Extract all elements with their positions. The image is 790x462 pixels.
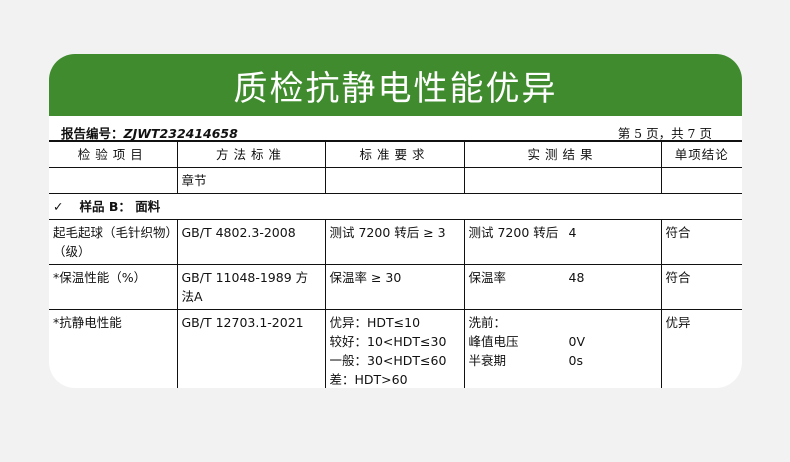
check-icon: ✓: [53, 199, 64, 214]
report-number-label: 报告编号：: [61, 126, 124, 141]
conclusion-cell: 符合: [660, 219, 742, 265]
requirement-cell: 保温率 ≥ 30: [324, 264, 465, 310]
report-number: 报告编号：ZJWT232414658: [61, 123, 238, 142]
header-result: 实测结果: [463, 141, 662, 168]
table-row: *抗静电性能 GB/T 12703.1-2021 优异：HDT≤10 较好：10…: [49, 309, 742, 388]
result-label: 保温率: [468, 270, 507, 285]
section-row: ✓ 样品 B： 面料: [49, 193, 742, 220]
result-label: 半衰期: [468, 353, 507, 368]
header-conclusion: 单项结论: [660, 141, 742, 168]
result-value: 0s: [568, 353, 583, 368]
result-value: 0V: [568, 334, 586, 349]
result-value: 48: [568, 270, 585, 285]
requirement-line: 优异：HDT≤10: [329, 315, 421, 330]
banner-title: 质检抗静电性能优异: [49, 54, 742, 116]
result-label: 峰值电压: [468, 334, 519, 349]
result-label: 测试 7200 转后: [468, 225, 559, 240]
inspection-table: 检验项目 方法标准 标准要求 实测结果 单项结论 章节 ✓ 样品 B： 面料 起毛…: [49, 141, 742, 388]
item-cell: *保温性能（%）: [49, 264, 178, 310]
report-number-value: ZJWT232414658: [123, 126, 238, 141]
method-cell: GB/T 11048-1989 方法A: [176, 264, 326, 310]
table-row: 起毛起球（毛针织物）（级） GB/T 4802.3-2008 测试 7200 转…: [49, 219, 742, 265]
item-cell: 起毛起球（毛针织物）（级）: [49, 219, 178, 265]
item-cell: *抗静电性能: [49, 309, 178, 388]
method-cell: GB/T 12703.1-2021: [176, 309, 326, 388]
result-title: 洗前：: [468, 315, 507, 330]
requirement-line: 一般：30<HDT≤60: [329, 353, 447, 368]
method-cell: 章节: [176, 167, 326, 194]
table-row: 章节: [49, 167, 742, 194]
conclusion-cell: 优异: [660, 309, 742, 388]
result-value: 4: [568, 225, 577, 240]
report-card: 质检抗静电性能优异 报告编号：ZJWT232414658 第 5 页，共 7 页…: [49, 54, 742, 388]
table-header-row: 检验项目 方法标准 标准要求 实测结果 单项结论: [49, 141, 742, 168]
section-cell: ✓ 样品 B： 面料: [49, 193, 742, 220]
page-info: 第 5 页，共 7 页: [617, 126, 712, 141]
result-cell: 保温率 48: [463, 264, 662, 310]
requirement-cell: 优异：HDT≤10 较好：10<HDT≤30 一般：30<HDT≤60 差：HD…: [324, 309, 465, 388]
table-row: *保温性能（%） GB/T 11048-1989 方法A 保温率 ≥ 30 保温…: [49, 264, 742, 310]
result-cell: 洗前： 峰值电压 0V 半衰期 0s: [463, 309, 662, 388]
result-cell: 测试 7200 转后 4: [463, 219, 662, 265]
report-header-line: 报告编号：ZJWT232414658 第 5 页，共 7 页: [49, 116, 742, 141]
conclusion-cell: 符合: [660, 264, 742, 310]
requirement-line: 较好：10<HDT≤30: [329, 334, 447, 349]
header-method: 方法标准: [176, 141, 326, 168]
requirement-cell: 测试 7200 转后 ≥ 3: [324, 219, 465, 265]
header-item: 检验项目: [49, 141, 178, 168]
requirement-line: 差：HDT>60: [329, 372, 408, 387]
section-label: 样品 B： 面料: [79, 199, 161, 214]
header-requirement: 标准要求: [324, 141, 465, 168]
method-cell: GB/T 4802.3-2008: [176, 219, 326, 265]
